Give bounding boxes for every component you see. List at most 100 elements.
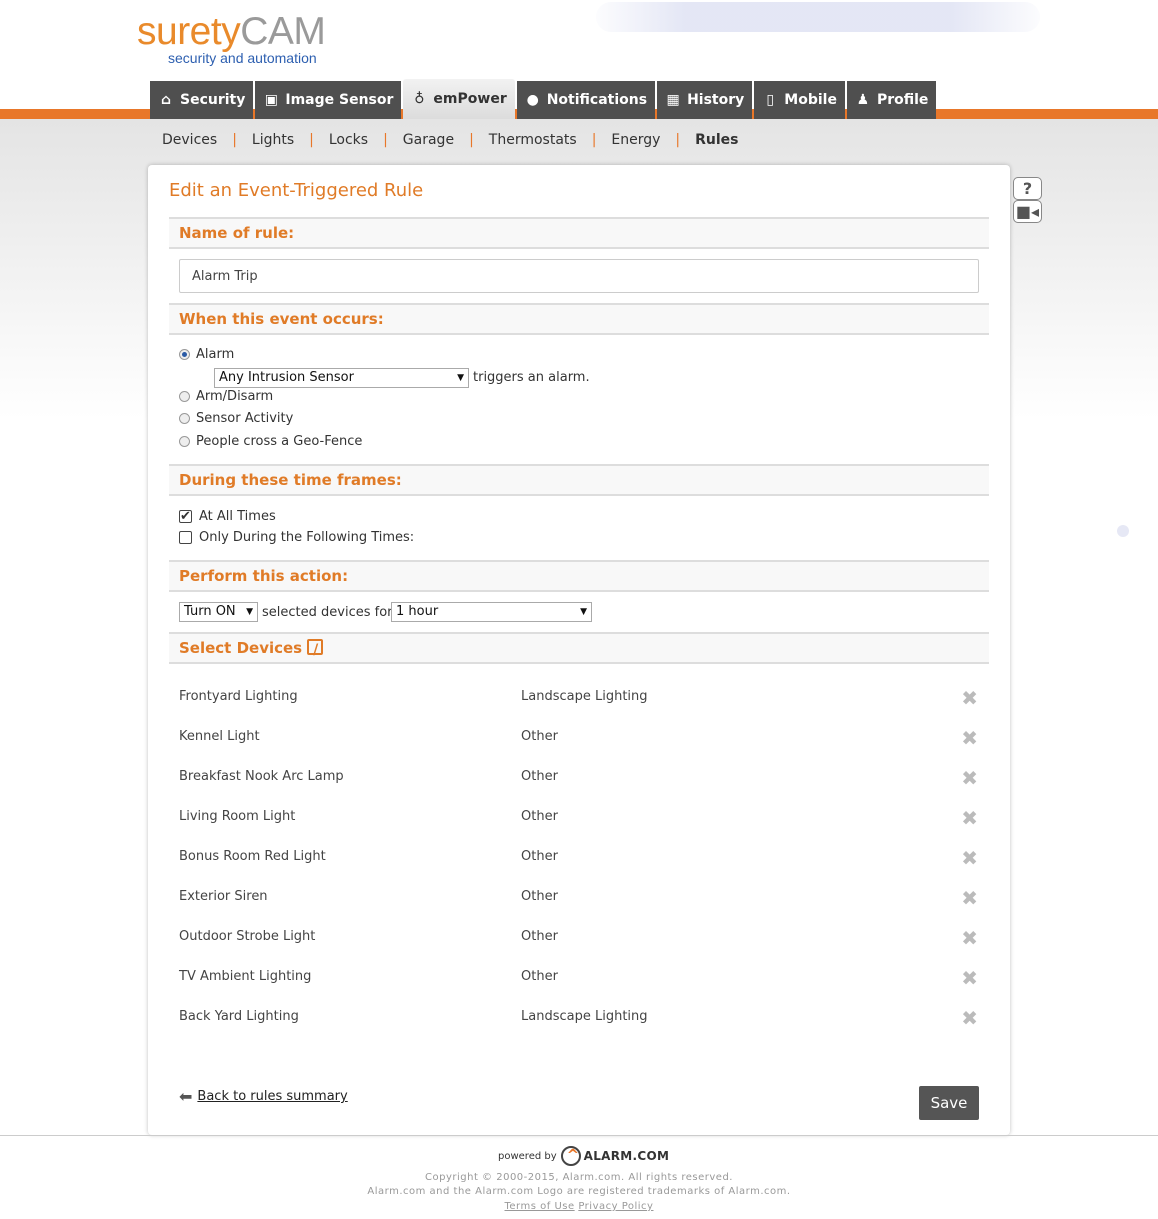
subnav-lights[interactable]: Lights (252, 132, 294, 148)
device-name: Living Room Light (179, 809, 296, 824)
subnav-separator: | (309, 132, 314, 148)
chat-icon: ● (526, 92, 539, 108)
name-section-heading: Name of rule: (169, 217, 989, 249)
device-row: Frontyard Lighting Landscape Lighting ✖ (179, 686, 979, 710)
subnav-energy[interactable]: Energy (611, 132, 660, 148)
action-select[interactable]: Turn ON ▼ (179, 602, 258, 622)
tab-notifications[interactable]: ● Notifications (516, 81, 656, 119)
tab-profile[interactable]: ♟ Profile (846, 81, 937, 119)
option-label: People cross a Geo-Fence (196, 434, 363, 449)
terms-link[interactable]: Terms of Use (505, 1201, 575, 1212)
device-type: Other (521, 929, 558, 944)
radio-button[interactable] (179, 349, 190, 360)
remove-icon[interactable]: ✖ (961, 686, 978, 710)
device-row: TV Ambient Lighting Other ✖ (179, 966, 979, 990)
camera-icon: ▣ (264, 92, 278, 108)
event-option-geofence[interactable]: People cross a Geo-Fence (179, 434, 362, 449)
alarm-com-logo[interactable]: ALARM.COM (560, 1146, 670, 1166)
tab-label: History (687, 92, 745, 108)
remove-icon[interactable]: ✖ (961, 806, 978, 830)
subnav-locks[interactable]: Locks (329, 132, 368, 148)
device-type: Other (521, 889, 558, 904)
rule-name-input[interactable] (179, 259, 979, 293)
event-option-alarm[interactable]: Alarm (179, 347, 234, 362)
tab-label: Image Sensor (285, 92, 394, 108)
subnav-garage[interactable]: Garage (403, 132, 454, 148)
lightbulb-icon: ♁ (414, 91, 425, 107)
tab-label: Profile (876, 92, 929, 108)
chevron-down-icon: ▼ (580, 607, 587, 617)
device-row: Living Room Light Other ✖ (179, 806, 979, 830)
duration-select[interactable]: 1 hour ▼ (391, 602, 592, 622)
tab-security[interactable]: ⌂ Security (150, 81, 254, 119)
select-value: 1 hour (396, 604, 439, 619)
tab-history[interactable]: ▦ History (657, 81, 753, 119)
device-row: Back Yard Lighting Landscape Lighting ✖ (179, 1006, 979, 1030)
user-icon: ♟ (856, 92, 870, 108)
phone-icon: ▯ (766, 92, 775, 108)
event-option-sensor-activity[interactable]: Sensor Activity (179, 411, 293, 426)
home-icon: ⌂ (160, 92, 172, 108)
alarm-sensor-select[interactable]: Any Intrusion Sensor ▼ (214, 368, 469, 388)
remove-icon[interactable]: ✖ (961, 886, 978, 910)
device-type: Other (521, 809, 558, 824)
checkbox-checked[interactable]: ✔ (179, 510, 192, 523)
subnav-rules[interactable]: Rules (695, 132, 738, 148)
devices-section-heading[interactable]: Select Devices (169, 632, 989, 664)
remove-icon[interactable]: ✖ (961, 846, 978, 870)
redacted-account-info (596, 2, 1040, 32)
edit-icon[interactable] (307, 636, 324, 664)
option-label: Only During the Following Times: (199, 530, 415, 545)
radio-button[interactable] (179, 436, 190, 447)
device-row: Bonus Room Red Light Other ✖ (179, 846, 979, 870)
tab-image-sensor[interactable]: ▣ Image Sensor (255, 81, 402, 119)
main-tabs: ⌂ Security ▣ Image Sensor ♁ emPower ● Notifi… (150, 79, 938, 119)
back-to-summary[interactable]: ⬅ Back to rules summary (179, 1087, 348, 1106)
help-button[interactable]: ? (1013, 177, 1042, 200)
privacy-link[interactable]: Privacy Policy (578, 1201, 653, 1212)
device-row: Outdoor Strobe Light Other ✖ (179, 926, 979, 950)
remove-icon[interactable]: ✖ (961, 926, 978, 950)
chevron-down-icon: ▼ (457, 373, 464, 383)
remove-icon[interactable]: ✖ (961, 766, 978, 790)
time-all-option[interactable]: ✔ At All Times (179, 509, 276, 524)
option-label: Arm/Disarm (196, 389, 274, 404)
copyright-text: Copyright © 2000-2015, Alarm.com. All ri… (425, 1172, 733, 1183)
device-type: Landscape Lighting (521, 689, 648, 704)
save-button[interactable]: Save (919, 1086, 979, 1120)
footer-links: Terms of Use Privacy Policy (0, 1201, 1158, 1212)
remove-icon[interactable]: ✖ (961, 966, 978, 990)
device-name: Bonus Room Red Light (179, 849, 326, 864)
device-name: Outdoor Strobe Light (179, 929, 316, 944)
option-label: Alarm (196, 347, 235, 362)
device-type: Other (521, 729, 558, 744)
header: suretyCAM security and automation ⌂ Secur… (0, 0, 1158, 119)
subnav-thermostats[interactable]: Thermostats (489, 132, 577, 148)
device-name: Frontyard Lighting (179, 689, 298, 704)
devices-label: Select Devices (179, 639, 303, 657)
remove-icon[interactable]: ✖ (961, 1006, 978, 1030)
tab-empower[interactable]: ♁ emPower (403, 79, 515, 119)
page-title: Edit an Event-Triggered Rule (169, 180, 424, 201)
subnav-separator: | (383, 132, 388, 148)
subnav-separator: | (591, 132, 597, 148)
select-value: Turn ON (184, 604, 236, 619)
device-name: Breakfast Nook Arc Lamp (179, 769, 344, 784)
help-icon: ? (1022, 179, 1033, 198)
radio-button[interactable] (179, 413, 190, 424)
tab-label: Security (180, 92, 246, 108)
device-row: Exterior Siren Other ✖ (179, 886, 979, 910)
back-link[interactable]: Back to rules summary (197, 1089, 347, 1104)
checkbox[interactable] (179, 531, 192, 544)
alarm-com-icon (560, 1146, 581, 1166)
remove-icon[interactable]: ✖ (961, 726, 978, 750)
logo-part2: CAM (240, 10, 326, 53)
suretycam-logo[interactable]: suretyCAM security and automation (137, 10, 326, 67)
radio-button[interactable] (179, 391, 190, 402)
tab-mobile[interactable]: ▯ Mobile (754, 81, 845, 119)
subnav-devices[interactable]: Devices (162, 132, 217, 148)
calendar-icon: ▦ (666, 92, 680, 108)
video-button[interactable]: ■◂ (1013, 200, 1042, 223)
time-following-option[interactable]: Only During the Following Times: (179, 530, 414, 545)
event-option-arm-disarm[interactable]: Arm/Disarm (179, 389, 273, 404)
